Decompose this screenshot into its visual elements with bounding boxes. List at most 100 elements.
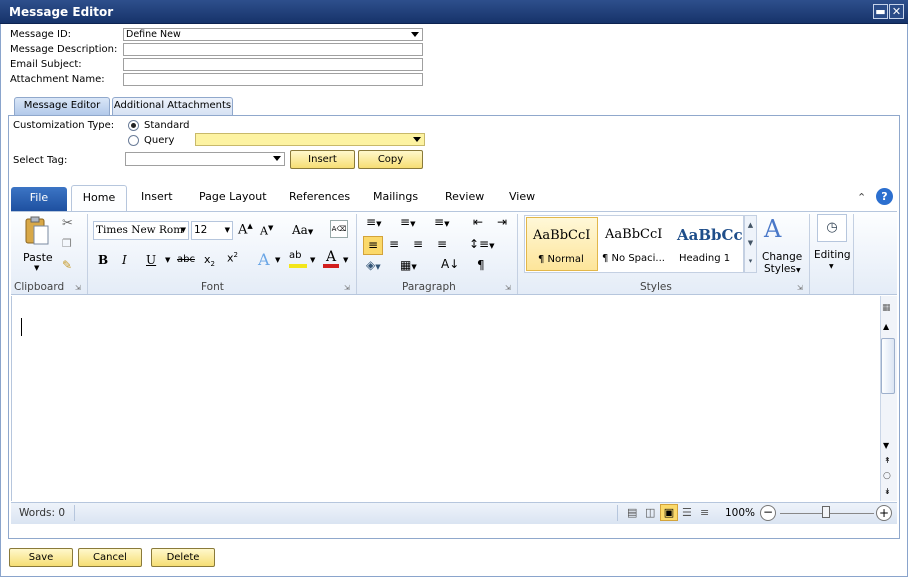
scroll-up-arrow-icon[interactable]: ▲ (883, 322, 889, 331)
change-styles-label-1[interactable]: Change (762, 251, 802, 263)
justify-icon[interactable]: ≡ (437, 237, 447, 251)
styles-launcher-icon[interactable]: ⇲ (797, 284, 803, 292)
shading-icon[interactable]: ◈▼ (366, 258, 381, 272)
tab-references[interactable]: References (289, 190, 350, 203)
strikethrough-icon[interactable]: abc (177, 254, 195, 265)
delete-button[interactable]: Delete (151, 548, 215, 567)
attachment-name-input[interactable] (123, 73, 423, 86)
style-no-spacing[interactable]: AaBbCcI ¶ No Spaci... (600, 217, 672, 271)
clear-formatting-icon[interactable]: A⌫ (330, 220, 348, 238)
change-styles-chevron-down-icon[interactable]: ▼ (796, 267, 801, 274)
standard-radio[interactable] (128, 120, 139, 131)
decrease-indent-icon[interactable]: ⇤ (473, 215, 483, 229)
align-right-icon[interactable]: ≡ (413, 237, 423, 251)
clipboard-launcher-icon[interactable]: ⇲ (75, 284, 81, 292)
ruler-toggle-icon[interactable]: ▦ (882, 303, 891, 313)
scroll-thumb[interactable] (881, 338, 895, 394)
text-effects-chevron-down-icon[interactable]: ▼ (275, 256, 280, 264)
tab-additional-attachments[interactable]: Additional Attachments (112, 97, 233, 115)
text-effects-icon[interactable]: A (258, 250, 270, 269)
tab-home[interactable]: Home (71, 185, 127, 212)
highlight-icon[interactable]: ab (289, 250, 307, 268)
borders-icon[interactable]: ▦▼ (400, 258, 417, 272)
email-subject-input[interactable] (123, 58, 423, 71)
tab-mailings[interactable]: Mailings (373, 190, 418, 203)
print-layout-view-icon[interactable]: ▤ (627, 506, 637, 519)
change-styles-icon[interactable]: A (764, 215, 781, 243)
tab-page-layout[interactable]: Page Layout (199, 190, 267, 203)
scroll-up-icon[interactable]: ▲ (745, 216, 756, 234)
align-left-icon[interactable]: ≡ (363, 236, 383, 255)
font-launcher-icon[interactable]: ⇲ (344, 284, 350, 292)
zoom-slider-thumb[interactable] (822, 506, 830, 518)
message-description-input[interactable] (123, 43, 423, 56)
tab-insert[interactable]: Insert (141, 190, 173, 203)
next-page-icon[interactable]: ↡ (884, 487, 891, 496)
paste-chevron-down-icon[interactable]: ▼ (34, 264, 39, 272)
zoom-in-icon[interactable]: + (876, 505, 892, 521)
line-spacing-icon[interactable]: ↕≡▼ (469, 237, 495, 251)
zoom-level[interactable]: 100% (725, 507, 755, 519)
cut-icon[interactable]: ✂ (62, 216, 73, 231)
font-color-chevron-down-icon[interactable]: ▼ (343, 256, 348, 264)
paragraph-launcher-icon[interactable]: ⇲ (505, 284, 511, 292)
font-name-dropdown[interactable]: Times New Rom ▼ (93, 221, 189, 240)
save-button[interactable]: Save (9, 548, 73, 567)
tab-file[interactable]: File (11, 187, 67, 211)
word-count[interactable]: Words: 0 (19, 507, 65, 519)
editing-button-label[interactable]: Editing (814, 249, 851, 261)
insert-button[interactable]: Insert (290, 150, 355, 169)
font-color-icon[interactable]: A (323, 249, 339, 268)
paste-button-label[interactable]: Paste (23, 251, 53, 264)
underline-chevron-down-icon[interactable]: ▼ (165, 256, 170, 264)
superscript-icon[interactable]: x2 (227, 251, 238, 265)
format-painter-icon[interactable]: ✎ (62, 258, 72, 272)
help-icon[interactable]: ? (876, 188, 893, 205)
style-normal[interactable]: AaBbCcI ¶ Normal (526, 217, 598, 271)
query-dropdown[interactable] (195, 133, 425, 146)
sort-icon[interactable]: A↓ (441, 257, 459, 271)
document-area[interactable] (11, 296, 880, 501)
select-browse-object-icon[interactable]: ○ (883, 471, 891, 481)
increase-indent-icon[interactable]: ⇥ (497, 215, 507, 229)
style-heading-1[interactable]: AaBbCc Heading 1 (674, 217, 742, 271)
more-styles-icon[interactable]: ▾ (745, 252, 756, 270)
paste-icon[interactable] (24, 216, 50, 246)
draft-view-icon[interactable]: ≡ (700, 506, 709, 519)
minimize-button[interactable]: ▬ (873, 4, 888, 19)
underline-icon[interactable]: U (146, 253, 156, 267)
close-button[interactable]: ✕ (889, 4, 904, 19)
shrink-font-icon[interactable]: A▼ (260, 224, 273, 238)
find-icon[interactable]: ◷ (817, 214, 847, 242)
full-screen-reading-view-icon[interactable]: ◫ (645, 506, 655, 519)
bold-icon[interactable]: B (98, 253, 108, 267)
bullets-icon[interactable]: ≡▼ (366, 215, 381, 229)
editing-chevron-down-icon[interactable]: ▼ (829, 263, 834, 270)
highlight-chevron-down-icon[interactable]: ▼ (310, 256, 315, 264)
grow-font-icon[interactable]: A▲ (238, 222, 253, 237)
copy-icon[interactable]: ❐ (62, 237, 72, 250)
tab-review[interactable]: Review (445, 190, 484, 203)
minimize-ribbon-icon[interactable]: ⌃ (857, 191, 866, 204)
copy-button[interactable]: Copy (358, 150, 423, 169)
font-size-dropdown[interactable]: 12 ▼ (191, 221, 233, 240)
message-id-dropdown[interactable]: Define New (123, 28, 423, 41)
web-layout-view-icon[interactable]: ▣ (660, 504, 678, 521)
numbering-icon[interactable]: ≡▼ (400, 215, 415, 229)
change-case-icon[interactable]: Aa▼ (292, 223, 313, 237)
previous-page-icon[interactable]: ↟ (884, 456, 891, 465)
query-radio[interactable] (128, 135, 139, 146)
show-formatting-icon[interactable]: ¶ (477, 258, 485, 272)
cancel-button[interactable]: Cancel (78, 548, 142, 567)
italic-icon[interactable]: I (122, 253, 127, 267)
styles-scroll[interactable]: ▲ ▼ ▾ (744, 215, 757, 273)
zoom-out-icon[interactable]: − (760, 505, 776, 521)
scroll-down-arrow-icon[interactable]: ▼ (883, 441, 889, 450)
outline-view-icon[interactable]: ☰ (682, 506, 692, 519)
align-center-icon[interactable]: ≡ (389, 237, 399, 251)
select-tag-dropdown[interactable] (125, 152, 285, 166)
tab-message-editor[interactable]: Message Editor (14, 97, 110, 115)
change-styles-label-2[interactable]: Styles (764, 263, 796, 275)
subscript-icon[interactable]: x2 (204, 253, 215, 268)
multilevel-list-icon[interactable]: ≡▼ (434, 215, 449, 229)
